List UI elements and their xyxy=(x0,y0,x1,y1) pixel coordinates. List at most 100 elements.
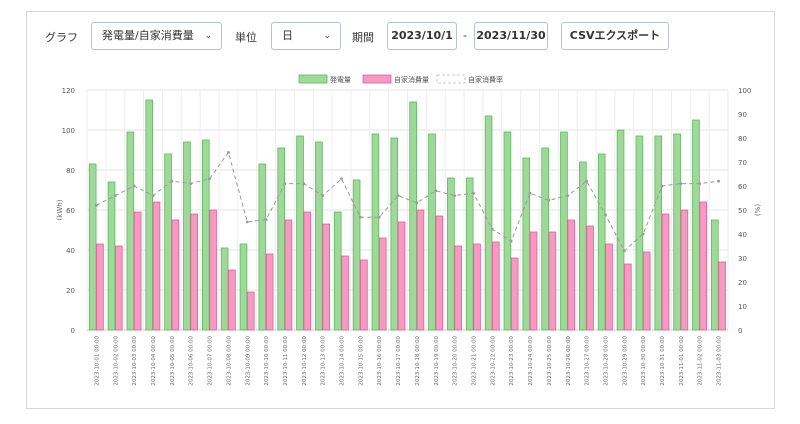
consumption-rate-point xyxy=(189,182,193,186)
generation-bar xyxy=(239,243,248,331)
y-tick-left: 100 xyxy=(62,127,75,135)
consumption-bar xyxy=(133,211,142,331)
x-tick-label: 2023-11-01 00:00 xyxy=(679,336,685,386)
legend-swatch-consumption xyxy=(362,74,392,84)
generation-bar xyxy=(333,211,342,331)
x-tick-label: 2023-11-03 00:00 xyxy=(717,336,723,386)
consumption-rate-point xyxy=(472,191,475,195)
y-tick-right: 90 xyxy=(738,111,747,119)
generation-bar xyxy=(126,131,135,331)
consumption-rate-point xyxy=(151,194,155,198)
consumption-bar xyxy=(341,255,349,331)
consumption-bar xyxy=(322,223,330,331)
y-tick-right: 80 xyxy=(738,135,747,143)
consumption-rate-point xyxy=(208,177,211,181)
generation-bar xyxy=(503,131,512,331)
consumption-bar xyxy=(152,201,161,331)
consumption-rate-point xyxy=(95,203,98,207)
consumption-rate-point xyxy=(358,215,362,219)
legend-label-consumption: 自家消費量 xyxy=(394,75,429,84)
consumption-bar xyxy=(624,263,632,331)
generation-bar xyxy=(371,133,380,331)
generation-bar xyxy=(635,135,644,331)
x-tick-label: 2023-10-09 00:00 xyxy=(245,336,251,386)
x-tick-label: 2023-10-20 00:00 xyxy=(453,336,459,386)
consumption-bar xyxy=(416,209,425,331)
consumption-bar xyxy=(246,291,255,331)
generation-bar xyxy=(183,141,191,331)
consumption-rate-point xyxy=(604,213,607,217)
consumption-bar xyxy=(435,215,444,331)
y-tick-right: 30 xyxy=(738,255,747,263)
generation-bar xyxy=(296,135,304,331)
consumption-bar xyxy=(360,259,368,331)
x-tick-label: 2023-10-07 00:00 xyxy=(208,336,214,386)
legend-swatch-generation xyxy=(298,74,328,84)
y-tick-left: 120 xyxy=(62,87,75,95)
consumption-bar xyxy=(529,231,538,331)
consumption-rate-point xyxy=(528,191,532,195)
consumption-rate-point xyxy=(434,189,438,193)
x-tick-label: 2023-10-14 00:00 xyxy=(340,336,346,386)
y-axis-title-left: (kWh) xyxy=(56,199,64,220)
x-tick-label: 2023-10-06 00:00 xyxy=(189,336,195,386)
consumption-bar xyxy=(228,269,236,331)
consumption-bar xyxy=(567,219,576,331)
consumption-bar xyxy=(680,209,689,331)
y-tick-left: 40 xyxy=(66,247,75,255)
x-tick-label: 2023-10-24 00:00 xyxy=(528,336,534,386)
generation-bar xyxy=(315,141,323,331)
generation-bar xyxy=(541,147,549,331)
consumption-rate-point xyxy=(415,201,419,205)
y-tick-right: 70 xyxy=(738,159,747,167)
generation-bar xyxy=(560,131,568,331)
consumption-rate-point xyxy=(226,151,230,154)
x-tick-label: 2023-10-27 00:00 xyxy=(585,336,591,386)
y-tick-right: 20 xyxy=(738,279,747,287)
x-tick-label: 2023-10-05 00:00 xyxy=(170,336,176,386)
generation-bar xyxy=(107,181,116,331)
y-tick-right: 0 xyxy=(738,327,742,335)
consumption-bar xyxy=(699,201,708,331)
y-tick-right: 60 xyxy=(738,183,747,191)
generation-bar xyxy=(409,101,417,331)
generation-bar xyxy=(164,153,172,331)
generation-bar xyxy=(673,133,681,331)
y-tick-right: 100 xyxy=(738,87,751,95)
x-tick-label: 2023-10-16 00:00 xyxy=(377,336,383,386)
consumption-rate-point xyxy=(170,179,174,183)
generation-bar xyxy=(88,163,97,331)
x-tick-label: 2023-10-29 00:00 xyxy=(622,336,628,386)
x-tick-label: 2023-10-18 00:00 xyxy=(415,336,421,386)
consumption-rate-point xyxy=(321,194,325,198)
generation-bar xyxy=(277,147,285,331)
consumption-bar xyxy=(586,225,594,331)
consumption-rate-point xyxy=(245,220,249,224)
y-tick-left: 80 xyxy=(66,167,75,175)
consumption-bar xyxy=(718,261,726,331)
x-tick-label: 2023-10-25 00:00 xyxy=(547,336,553,386)
x-tick-label: 2023-10-30 00:00 xyxy=(641,336,647,386)
x-tick-label: 2023-10-17 00:00 xyxy=(396,336,402,386)
generation-bar xyxy=(711,219,719,331)
generation-bar xyxy=(258,163,267,331)
consumption-rate-point xyxy=(453,194,457,198)
legend-label-rate: 自家消費率 xyxy=(468,75,503,84)
consumption-rate-point xyxy=(302,182,306,186)
y-tick-right: 50 xyxy=(738,207,747,215)
consumption-rate-point xyxy=(396,194,400,198)
x-tick-label: 2023-10-08 00:00 xyxy=(226,336,232,386)
generation-bar xyxy=(579,161,587,331)
consumption-rate-point xyxy=(660,184,664,188)
consumption-bar xyxy=(454,245,462,331)
consumption-bar xyxy=(190,213,199,331)
generation-bar xyxy=(201,139,210,331)
consumption-bar xyxy=(284,219,293,331)
consumption-bar xyxy=(642,251,651,331)
consumption-bar xyxy=(510,257,519,331)
consumption-rate-point xyxy=(717,179,720,183)
generation-chart: 0 20 40 60 80 100 120 0 10 20 30 40 50 60 70 80 90 100 (kW… xyxy=(56,74,762,386)
consumption-bar xyxy=(115,245,123,331)
consumption-bar xyxy=(661,213,670,331)
generation-bar xyxy=(616,129,625,331)
